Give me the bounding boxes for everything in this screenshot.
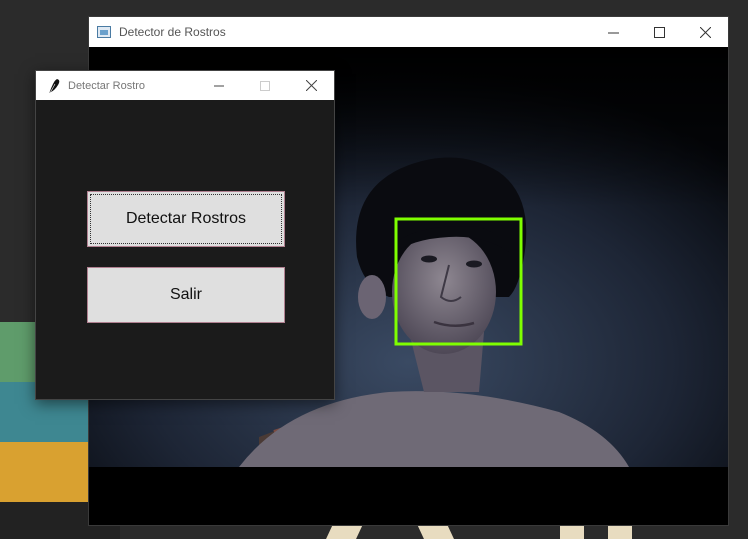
dialog-close-button[interactable] (288, 71, 334, 100)
minimize-button[interactable] (590, 17, 636, 47)
detector-titlebar[interactable]: Detector de Rostros (89, 17, 728, 47)
minimize-icon (214, 85, 224, 86)
maximize-icon (653, 26, 665, 38)
dialog-maximize-button (242, 71, 288, 100)
close-icon (305, 80, 317, 91)
camera-bottom-bar (89, 467, 728, 525)
dialog-titlebar[interactable]: Detectar Rostro (36, 71, 334, 100)
detect-faces-button[interactable]: Detectar Rostros (87, 191, 285, 247)
exit-button[interactable]: Salir (87, 267, 285, 323)
maximize-icon (260, 80, 270, 91)
close-icon (699, 26, 711, 38)
minimize-icon (607, 32, 619, 33)
app-window-icon (97, 26, 111, 38)
dialog-title: Detectar Rostro (68, 79, 146, 92)
detector-window-title: Detector de Rostros (119, 25, 226, 39)
close-button[interactable] (682, 17, 728, 47)
dialog-minimize-button[interactable] (196, 71, 242, 100)
detect-face-dialog[interactable]: Detectar Rostro Detectar Rostros Salir (35, 70, 335, 400)
maximize-button[interactable] (636, 17, 682, 47)
feather-icon (49, 78, 60, 93)
